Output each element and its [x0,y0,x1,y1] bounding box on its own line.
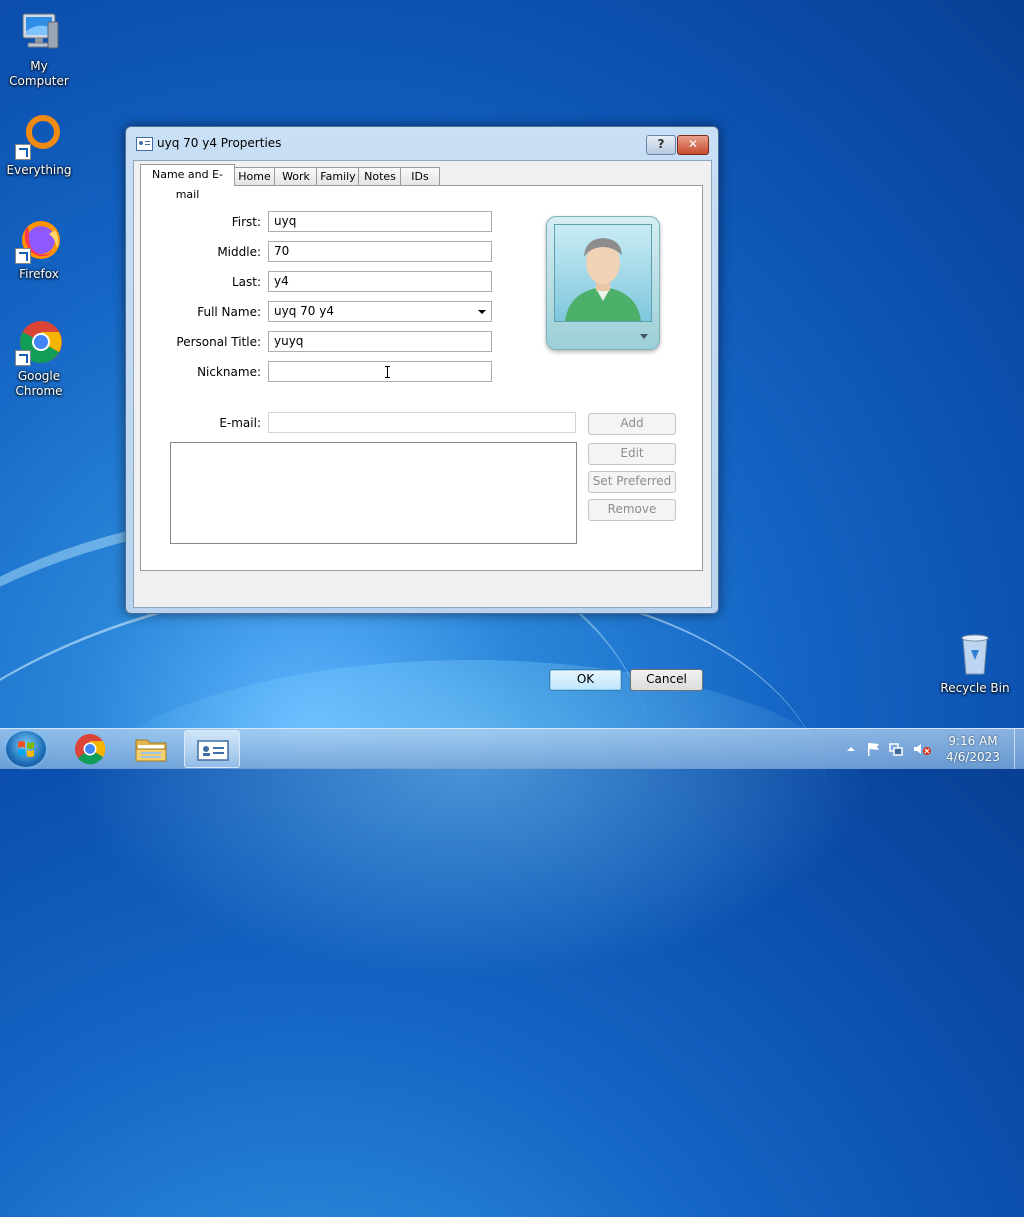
nickname-label: Nickname: [197,365,261,379]
last-name-input[interactable]: y4 [268,271,492,292]
clock-time: 9:16 AM [948,734,998,748]
desktop-icon-label: Recycle Bin [940,681,1010,695]
middle-label: Middle: [217,245,261,259]
desktop-icon-recycle-bin[interactable]: Recycle Bin [935,630,1015,696]
chevron-down-icon[interactable] [640,334,648,339]
system-tray [844,741,936,757]
show-hidden-icons-icon [847,747,855,751]
tab-work[interactable]: Work [274,167,318,186]
contact-card-icon [136,137,153,151]
full-name-value: uyq 70 y4 [274,304,334,318]
edit-email-button[interactable]: Edit [588,443,676,465]
full-name-label: Full Name: [197,305,261,319]
email-list[interactable] [170,442,577,544]
firefox-icon [15,216,63,264]
wallpaper-swoosh-thin [0,530,855,1153]
name-email-panel: First: uyq Middle: 70 Last: y4 Full Name… [140,185,703,571]
contact-avatar [554,224,652,322]
taskbar-explorer[interactable] [123,730,179,768]
first-label: First: [231,215,261,229]
contact-picture-button[interactable] [546,216,660,350]
desktop-icon-label: Google Chrome [15,369,63,398]
taskbar-chrome[interactable] [62,730,118,768]
email-label: E-mail: [219,416,261,430]
nickname-input[interactable] [268,361,492,382]
personal-title-input[interactable]: yuyq [268,331,492,352]
close-button[interactable]: ✕ [677,135,709,155]
chrome-icon [15,318,63,366]
desktop-icon-google-chrome[interactable]: Google Chrome [0,318,79,399]
contact-properties-dialog: uyq 70 y4 Properties ? ✕ Name and E-mail… [125,126,719,691]
shortcut-arrow-icon [15,350,31,366]
tab-home[interactable]: Home [233,167,276,186]
taskbar: 9:16 AM 4/6/2023 [0,728,1024,769]
set-preferred-button[interactable]: Set Preferred [588,471,676,493]
desktop-icon-everything[interactable]: Everything [0,112,79,178]
action-center-flag-icon [868,743,879,756]
volume-muted-icon [914,744,931,755]
tab-family[interactable]: Family [316,167,360,186]
dialog-client-area: Name and E-mail Home Work Family Notes I… [133,160,712,608]
tab-name-and-email[interactable]: Name and E-mail [140,164,235,201]
chevron-down-icon[interactable] [478,310,486,314]
clock-date: 4/6/2023 [946,750,1000,764]
shortcut-arrow-icon [15,248,31,264]
email-input[interactable] [268,412,576,433]
tab-ids[interactable]: IDs [400,167,440,186]
show-desktop-button[interactable] [1014,729,1024,769]
personal-title-label: Personal Title: [176,335,261,349]
computer-icon [15,8,63,56]
taskbar-contacts-window[interactable] [184,730,240,768]
desktop-icon-firefox[interactable]: Firefox [0,216,79,282]
everything-icon [15,112,63,160]
contact-card-icon [197,740,229,761]
desktop-icon-label: Firefox [19,267,59,281]
text-cursor-icon [385,366,390,378]
wallpaper-glow [60,660,880,980]
cancel-button[interactable]: Cancel [630,669,703,691]
taskbar-clock[interactable]: 9:16 AM 4/6/2023 [940,733,1006,765]
desktop-icon-label: My Computer [9,59,69,88]
last-label: Last: [231,275,261,289]
first-name-input[interactable]: uyq [268,211,492,232]
remove-email-button[interactable]: Remove [588,499,676,521]
help-button[interactable]: ? [646,135,676,155]
folder-icon [135,739,167,762]
recycle-bin-icon [951,630,999,678]
dialog-title: uyq 70 y4 Properties [157,136,282,150]
tab-notes[interactable]: Notes [358,167,402,186]
chrome-icon [75,734,106,765]
middle-name-input[interactable]: 70 [268,241,492,262]
ok-button[interactable]: OK [549,669,622,691]
add-email-button[interactable]: Add [588,413,676,435]
start-button[interactable] [6,731,46,767]
network-icon [889,743,903,756]
full-name-combobox[interactable]: uyq 70 y4 [268,301,492,322]
desktop-icon-my-computer[interactable]: My Computer [0,8,79,89]
shortcut-arrow-icon [15,144,31,160]
desktop-icon-label: Everything [6,163,72,177]
windows-logo-icon [18,741,34,757]
